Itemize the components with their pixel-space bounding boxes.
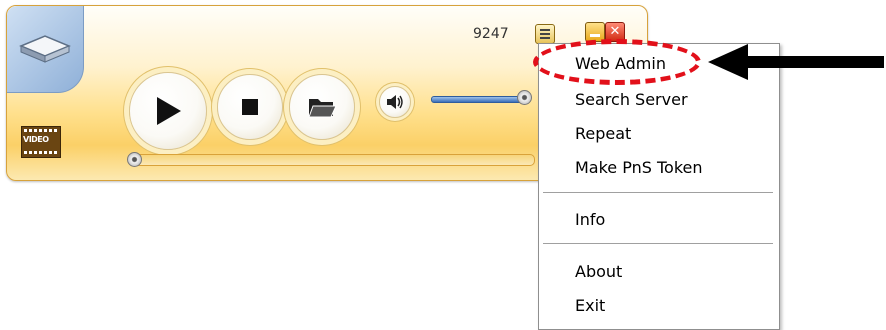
open-folder-icon [308, 99, 337, 118]
menu-item-repeat[interactable]: Repeat [575, 124, 631, 143]
menu-separator [543, 192, 773, 194]
track-count: 9247 [473, 26, 509, 42]
menu-item-about[interactable]: About [575, 262, 622, 281]
video-badge-label: VIDEO [23, 135, 49, 144]
stop-button[interactable] [217, 74, 283, 140]
menu-item-exit[interactable]: Exit [575, 296, 605, 315]
play-icon [157, 97, 181, 125]
menu-separator [543, 243, 773, 245]
pointer-arrow-icon [708, 44, 884, 80]
seek-bar-handle[interactable] [127, 152, 142, 167]
mute-button[interactable] [379, 86, 411, 118]
player-logo-tab[interactable] [7, 6, 84, 93]
menu-item-info[interactable]: Info [575, 210, 605, 229]
stop-icon [242, 99, 258, 115]
player-logo-icon [19, 35, 71, 63]
open-button[interactable] [289, 74, 355, 140]
speaker-icon [387, 95, 403, 109]
volume-slider-track[interactable] [431, 96, 529, 103]
play-button[interactable] [129, 72, 207, 150]
highlight-ellipse [533, 39, 701, 85]
context-menu: Web Admin Search Server Repeat Make PnS … [538, 43, 780, 330]
video-icon[interactable]: VIDEO [21, 126, 61, 158]
menu-item-make-pns-token[interactable]: Make PnS Token [575, 158, 703, 177]
seek-bar-track[interactable] [129, 154, 535, 166]
menu-item-search-server[interactable]: Search Server [575, 90, 688, 109]
volume-slider-handle[interactable] [517, 90, 532, 105]
list-icon[interactable] [535, 24, 555, 44]
